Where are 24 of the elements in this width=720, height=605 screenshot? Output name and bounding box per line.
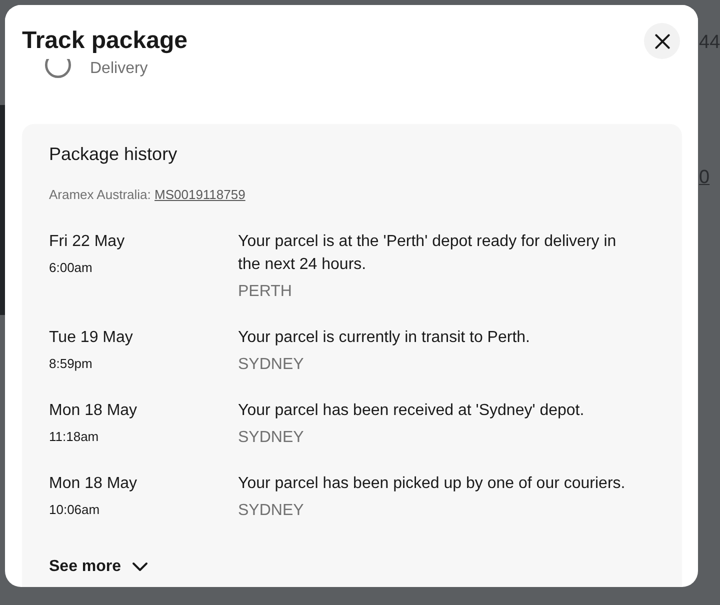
close-button[interactable] [644,23,680,59]
event-date: Fri 22 May [49,232,125,252]
step-label: Delivery [90,59,148,78]
close-icon [654,34,670,48]
history-title: Package history [49,143,178,166]
event-description: Your parcel has been picked up by one of our couriers. [238,474,626,494]
carrier-name: Aramex Australia: [49,187,151,202]
dialog-title: Track package [22,26,188,56]
event-date: Mon 18 May [49,401,138,421]
event-time: 11:18am [49,428,99,446]
see-more-button[interactable]: See more [49,555,148,579]
event-date: Tue 19 May [49,328,133,348]
tracking-number-link[interactable]: MS0019118759 [154,187,246,202]
event-description: Your parcel has been received at 'Sydney' depot. [238,401,584,421]
event-description: Your parcel is currently in transit to Perth. [238,328,530,348]
event-description: Your parcel is at the 'Perth' depot ready for delivery in the next 24 hours. [238,232,618,275]
event-time: 10:06am [49,501,100,519]
event-time: 6:00am [49,259,92,277]
event-location: SYDNEY [238,428,304,448]
event-location: SYDNEY [238,501,304,521]
event-location: SYDNEY [238,355,304,375]
event-date: Mon 18 May [49,474,138,494]
event-time: 8:59pm [49,355,92,373]
event-location: PERTH [238,282,292,302]
